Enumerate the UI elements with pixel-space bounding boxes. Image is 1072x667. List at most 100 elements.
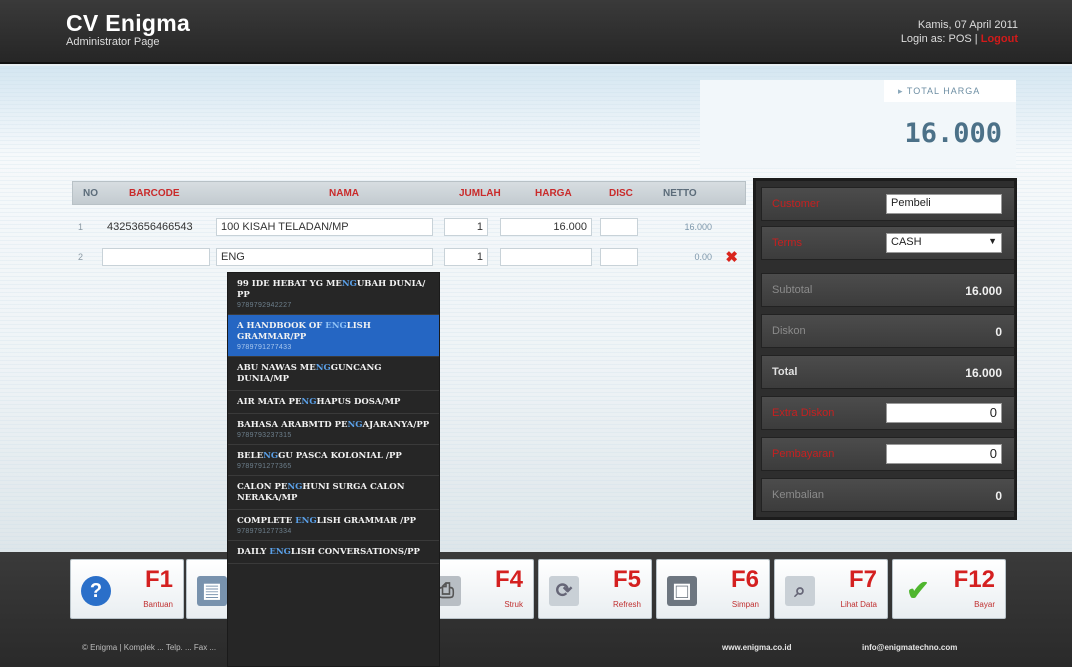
- disc-field[interactable]: [600, 218, 638, 236]
- f12-caption: Bayar: [974, 600, 995, 609]
- f7-view-data-button[interactable]: ⌕ F7 Lihat Data: [774, 559, 888, 619]
- autocomplete-item-title: A HANDBOOK OF ENGLISH GRAMMAR/PP: [237, 321, 371, 342]
- harga-field[interactable]: [500, 248, 592, 266]
- extra-diskon-input[interactable]: 0: [886, 403, 1002, 423]
- subtotal-value: 16.000: [965, 284, 1002, 298]
- f7-key-label: F7: [848, 566, 877, 593]
- kembalian-value: 0: [995, 489, 1002, 503]
- table-row: 1 43253656466543 100 KISAH TELADAN/MP 1 …: [72, 216, 746, 238]
- terms-label: Terms: [772, 237, 802, 249]
- f7-caption: Lihat Data: [840, 600, 877, 609]
- jumlah-field[interactable]: 1: [444, 218, 488, 236]
- footer-email-link[interactable]: info@enigmatechno.com: [862, 643, 957, 652]
- help-icon: ?: [81, 576, 111, 606]
- autocomplete-item-title: BAHASA ARABMTD PENGAJARANYA/PP: [237, 420, 430, 430]
- autocomplete-dropdown: 99 IDE HEBAT YG MENGUBAH DUNIA/ PP 978979…: [227, 272, 440, 667]
- autocomplete-item-barcode: 9789792942227: [237, 302, 292, 309]
- payment-panel: Customer Pembeli Terms CASH ▼ Subtotal 1…: [753, 178, 1017, 520]
- col-netto: NETTO: [663, 188, 697, 199]
- nama-field[interactable]: 100 KISAH TELADAN/MP: [216, 218, 433, 236]
- f4-caption: Struk: [504, 600, 523, 609]
- netto-value: 16.000: [684, 222, 712, 232]
- autocomplete-item-title: AIR MATA PENGHAPUS DOSA/MP: [237, 397, 401, 407]
- nama-field[interactable]: ENG: [216, 248, 433, 266]
- autocomplete-item-barcode: 9789793237315: [237, 432, 292, 439]
- row-no: 2: [78, 252, 84, 262]
- customer-input[interactable]: Pembeli: [886, 194, 1002, 214]
- autocomplete-item[interactable]: CALON PENGHUNI SURGA CALON NERAKA/MP: [228, 476, 439, 510]
- diskon-label: Diskon: [772, 325, 806, 337]
- autocomplete-item-barcode: 9789791277433: [237, 344, 292, 351]
- table-row: 2 ENG 1 0.00 ✖: [72, 246, 746, 268]
- brand: CV Enigma Administrator Page: [66, 10, 190, 48]
- autocomplete-item-title: COMPLETE ENGLISH GRAMMAR /PP: [237, 516, 417, 526]
- f12-pay-button[interactable]: ✔ F12 Bayar: [892, 559, 1006, 619]
- col-disc: DISC: [609, 188, 633, 199]
- row-no: 1: [78, 222, 84, 232]
- autocomplete-list: 99 IDE HEBAT YG MENGUBAH DUNIA/ PP 978979…: [228, 273, 439, 564]
- autocomplete-item-title: CALON PENGHUNI SURGA CALON NERAKA/MP: [237, 482, 405, 503]
- harga-field[interactable]: 16.000: [500, 218, 592, 236]
- autocomplete-item-barcode: 9789791277334: [237, 528, 292, 535]
- brand-name: CV Enigma: [66, 10, 191, 36]
- autocomplete-item[interactable]: BELENGGU PASCA KOLONIAL /PP 9789791277365: [228, 445, 439, 476]
- autocomplete-item[interactable]: ABU NAWAS MENGGUNCANG DUNIA/MP: [228, 357, 439, 391]
- refresh-icon: ⟳: [549, 576, 579, 606]
- checkmark-icon: ✔: [906, 575, 930, 606]
- logout-link[interactable]: Logout: [981, 33, 1018, 45]
- total-harga-amount: 16.000: [904, 118, 1002, 149]
- diskon-row: Diskon 0: [761, 314, 1015, 348]
- login-label: Login as: POS |: [900, 33, 978, 45]
- f1-key-label: F1: [144, 566, 173, 593]
- col-harga: HARGA: [535, 188, 572, 199]
- subtotal-label: Subtotal: [772, 284, 813, 296]
- save-icon: ▣: [667, 576, 697, 606]
- autocomplete-item[interactable]: AIR MATA PENGHAPUS DOSA/MP: [228, 391, 439, 414]
- autocomplete-item[interactable]: DAILY ENGLISH CONVERSATIONS/PP: [228, 541, 439, 564]
- pembayaran-input[interactable]: 0: [886, 444, 1002, 464]
- footer-website-link[interactable]: www.enigma.co.id: [722, 643, 792, 652]
- header-info: Kamis, 07 April 2011 Login as: POS | Log…: [901, 18, 1018, 46]
- pembayaran-label: Pembayaran: [772, 448, 835, 460]
- total-harga-label: TOTAL HARGA: [884, 80, 1016, 102]
- barcode-field[interactable]: [102, 248, 210, 266]
- jumlah-field[interactable]: 1: [444, 248, 488, 266]
- f1-caption: Bantuan: [143, 600, 173, 609]
- delete-row-icon[interactable]: ✖: [725, 248, 738, 266]
- autocomplete-item[interactable]: BAHASA ARABMTD PENGAJARANYA/PP 9789793237…: [228, 414, 439, 445]
- kembalian-label: Kembalian: [772, 489, 824, 501]
- autocomplete-item-title: ABU NAWAS MENGGUNCANG DUNIA/MP: [237, 363, 382, 384]
- customer-label: Customer: [772, 198, 820, 210]
- terms-row: Terms CASH ▼: [761, 226, 1015, 260]
- f12-key-label: F12: [953, 566, 995, 593]
- view-data-icon: ⌕: [785, 576, 815, 606]
- disc-field[interactable]: [600, 248, 638, 266]
- pembayaran-row: Pembayaran 0: [761, 437, 1015, 471]
- current-date: Kamis, 07 April 2011: [917, 19, 1018, 31]
- f5-caption: Refresh: [612, 600, 641, 609]
- col-no: NO: [83, 188, 98, 199]
- total-label: Total: [772, 366, 798, 378]
- f5-refresh-button[interactable]: ⟳ F5 Refresh: [538, 559, 652, 619]
- autocomplete-item-title: BELENGGU PASCA KOLONIAL /PP: [237, 451, 402, 461]
- col-nama: NAMA: [329, 188, 359, 199]
- f4-key-label: F4: [494, 566, 523, 593]
- barcode-field[interactable]: 43253656466543: [102, 218, 210, 236]
- autocomplete-item-title: 99 IDE HEBAT YG MENGUBAH DUNIA/ PP: [237, 279, 426, 300]
- autocomplete-item[interactable]: COMPLETE ENGLISH GRAMMAR /PP 978979127733…: [228, 510, 439, 541]
- col-jumlah: JUMLAH: [459, 188, 501, 199]
- terms-select[interactable]: CASH ▼: [886, 233, 1002, 253]
- f5-key-label: F5: [612, 566, 641, 593]
- extra-diskon-row: Extra Diskon 0: [761, 396, 1015, 430]
- app-header: CV Enigma Administrator Page Kamis, 07 A…: [0, 0, 1072, 64]
- f6-key-label: F6: [730, 566, 759, 593]
- login-info: Login as: POS | Logout: [901, 32, 1018, 46]
- autocomplete-item[interactable]: 99 IDE HEBAT YG MENGUBAH DUNIA/ PP 978979…: [228, 273, 439, 315]
- chevron-down-icon: ▼: [988, 236, 997, 246]
- f6-save-button[interactable]: ▣ F6 Simpan: [656, 559, 770, 619]
- subtotal-row: Subtotal 16.000: [761, 273, 1015, 307]
- col-barcode: BARCODE: [129, 188, 180, 199]
- cash-register-icon: ▤: [197, 576, 227, 606]
- f1-help-button[interactable]: ? F1 Bantuan: [70, 559, 184, 619]
- autocomplete-item[interactable]: A HANDBOOK OF ENGLISH GRAMMAR/PP 97897912…: [228, 315, 439, 357]
